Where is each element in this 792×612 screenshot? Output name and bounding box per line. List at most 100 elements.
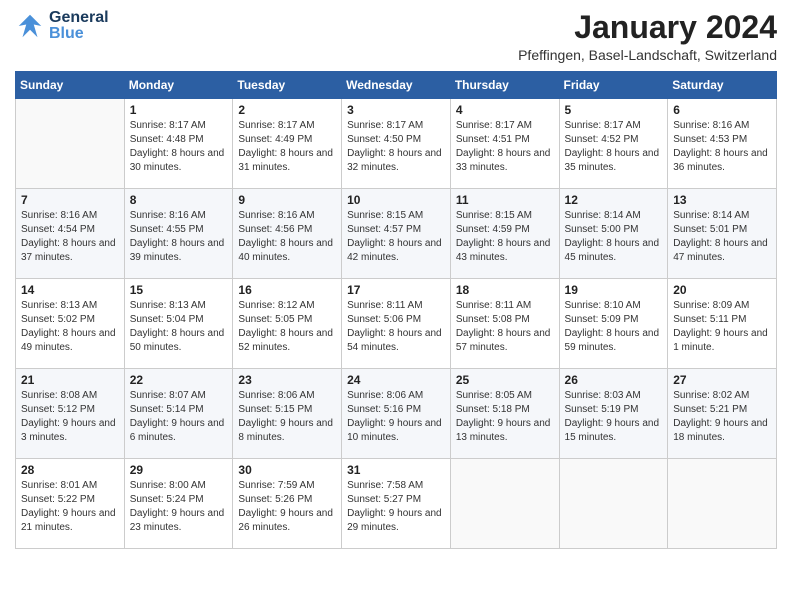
calendar-cell: [559, 459, 668, 549]
cell-info: Sunrise: 8:01 AM Sunset: 5:22 PM Dayligh…: [21, 479, 119, 535]
daylight-text: Daylight: 8 hours and 39 minutes.: [130, 238, 225, 263]
daylight-text: Daylight: 8 hours and 59 minutes.: [565, 328, 660, 353]
sunrise-text: Sunrise: 8:14 AM: [565, 210, 641, 221]
calendar-cell: 28 Sunrise: 8:01 AM Sunset: 5:22 PM Dayl…: [16, 459, 125, 549]
weekday-header-sunday: Sunday: [16, 72, 125, 99]
sunset-text: Sunset: 4:56 PM: [238, 224, 312, 235]
day-number: 13: [673, 193, 771, 207]
calendar-cell: 6 Sunrise: 8:16 AM Sunset: 4:53 PM Dayli…: [668, 99, 777, 189]
sunset-text: Sunset: 5:00 PM: [565, 224, 639, 235]
calendar-cell: 27 Sunrise: 8:02 AM Sunset: 5:21 PM Dayl…: [668, 369, 777, 459]
calendar-cell: 3 Sunrise: 8:17 AM Sunset: 4:50 PM Dayli…: [342, 99, 451, 189]
daylight-text: Daylight: 8 hours and 50 minutes.: [130, 328, 225, 353]
sunset-text: Sunset: 4:55 PM: [130, 224, 204, 235]
day-number: 16: [238, 283, 336, 297]
sunset-text: Sunset: 5:04 PM: [130, 314, 204, 325]
sunrise-text: Sunrise: 8:14 AM: [673, 210, 749, 221]
calendar-cell: 1 Sunrise: 8:17 AM Sunset: 4:48 PM Dayli…: [124, 99, 233, 189]
sunset-text: Sunset: 4:50 PM: [347, 134, 421, 145]
daylight-text: Daylight: 9 hours and 6 minutes.: [130, 418, 225, 443]
cell-info: Sunrise: 8:11 AM Sunset: 5:06 PM Dayligh…: [347, 299, 445, 355]
day-number: 12: [565, 193, 663, 207]
cell-info: Sunrise: 8:12 AM Sunset: 5:05 PM Dayligh…: [238, 299, 336, 355]
daylight-text: Daylight: 8 hours and 54 minutes.: [347, 328, 442, 353]
calendar-cell: 2 Sunrise: 8:17 AM Sunset: 4:49 PM Dayli…: [233, 99, 342, 189]
day-number: 2: [238, 103, 336, 117]
day-number: 15: [130, 283, 228, 297]
calendar-cell: 20 Sunrise: 8:09 AM Sunset: 5:11 PM Dayl…: [668, 279, 777, 369]
sunrise-text: Sunrise: 8:16 AM: [673, 120, 749, 131]
sunset-text: Sunset: 5:01 PM: [673, 224, 747, 235]
daylight-text: Daylight: 8 hours and 42 minutes.: [347, 238, 442, 263]
day-number: 11: [456, 193, 554, 207]
daylight-text: Daylight: 8 hours and 45 minutes.: [565, 238, 660, 263]
day-number: 22: [130, 373, 228, 387]
calendar-cell: 30 Sunrise: 7:59 AM Sunset: 5:26 PM Dayl…: [233, 459, 342, 549]
sunrise-text: Sunrise: 8:17 AM: [456, 120, 532, 131]
calendar-cell: 21 Sunrise: 8:08 AM Sunset: 5:12 PM Dayl…: [16, 369, 125, 459]
day-number: 18: [456, 283, 554, 297]
calendar-cell: 31 Sunrise: 7:58 AM Sunset: 5:27 PM Dayl…: [342, 459, 451, 549]
sunset-text: Sunset: 4:52 PM: [565, 134, 639, 145]
day-number: 23: [238, 373, 336, 387]
day-number: 19: [565, 283, 663, 297]
day-number: 9: [238, 193, 336, 207]
cell-info: Sunrise: 8:17 AM Sunset: 4:48 PM Dayligh…: [130, 119, 228, 175]
calendar-week-row: 21 Sunrise: 8:08 AM Sunset: 5:12 PM Dayl…: [16, 369, 777, 459]
sunset-text: Sunset: 5:06 PM: [347, 314, 421, 325]
sunset-text: Sunset: 4:59 PM: [456, 224, 530, 235]
sunrise-text: Sunrise: 8:15 AM: [347, 210, 423, 221]
sunset-text: Sunset: 5:18 PM: [456, 404, 530, 415]
cell-info: Sunrise: 8:14 AM Sunset: 5:01 PM Dayligh…: [673, 209, 771, 265]
sunrise-text: Sunrise: 8:17 AM: [238, 120, 314, 131]
daylight-text: Daylight: 9 hours and 26 minutes.: [238, 508, 333, 533]
sunrise-text: Sunrise: 8:16 AM: [21, 210, 97, 221]
sunset-text: Sunset: 5:11 PM: [673, 314, 746, 325]
sunset-text: Sunset: 5:16 PM: [347, 404, 421, 415]
sunset-text: Sunset: 4:53 PM: [673, 134, 747, 145]
cell-info: Sunrise: 8:15 AM Sunset: 4:57 PM Dayligh…: [347, 209, 445, 265]
day-number: 30: [238, 463, 336, 477]
sunset-text: Sunset: 5:02 PM: [21, 314, 95, 325]
day-number: 31: [347, 463, 445, 477]
sunrise-text: Sunrise: 8:10 AM: [565, 300, 641, 311]
sunset-text: Sunset: 4:49 PM: [238, 134, 312, 145]
sunrise-text: Sunrise: 8:15 AM: [456, 210, 532, 221]
sunrise-text: Sunrise: 8:06 AM: [347, 390, 423, 401]
weekday-header-row: SundayMondayTuesdayWednesdayThursdayFrid…: [16, 72, 777, 99]
cell-info: Sunrise: 8:13 AM Sunset: 5:02 PM Dayligh…: [21, 299, 119, 355]
calendar-cell: 18 Sunrise: 8:11 AM Sunset: 5:08 PM Dayl…: [450, 279, 559, 369]
sunrise-text: Sunrise: 8:06 AM: [238, 390, 314, 401]
logo-text-block: General Blue: [49, 10, 109, 42]
calendar-week-row: 28 Sunrise: 8:01 AM Sunset: 5:22 PM Dayl…: [16, 459, 777, 549]
calendar-cell: 4 Sunrise: 8:17 AM Sunset: 4:51 PM Dayli…: [450, 99, 559, 189]
weekday-header-thursday: Thursday: [450, 72, 559, 99]
cell-info: Sunrise: 8:13 AM Sunset: 5:04 PM Dayligh…: [130, 299, 228, 355]
calendar-cell: 12 Sunrise: 8:14 AM Sunset: 5:00 PM Dayl…: [559, 189, 668, 279]
daylight-text: Daylight: 9 hours and 13 minutes.: [456, 418, 551, 443]
sunrise-text: Sunrise: 8:16 AM: [238, 210, 314, 221]
calendar-cell: 5 Sunrise: 8:17 AM Sunset: 4:52 PM Dayli…: [559, 99, 668, 189]
cell-info: Sunrise: 8:06 AM Sunset: 5:16 PM Dayligh…: [347, 389, 445, 445]
weekday-header-monday: Monday: [124, 72, 233, 99]
sunset-text: Sunset: 5:19 PM: [565, 404, 639, 415]
daylight-text: Daylight: 9 hours and 15 minutes.: [565, 418, 660, 443]
sunrise-text: Sunrise: 8:12 AM: [238, 300, 314, 311]
cell-info: Sunrise: 8:07 AM Sunset: 5:14 PM Dayligh…: [130, 389, 228, 445]
day-number: 26: [565, 373, 663, 387]
day-number: 17: [347, 283, 445, 297]
daylight-text: Daylight: 8 hours and 37 minutes.: [21, 238, 116, 263]
sunrise-text: Sunrise: 8:16 AM: [130, 210, 206, 221]
sunrise-text: Sunrise: 8:01 AM: [21, 480, 97, 491]
sunset-text: Sunset: 5:09 PM: [565, 314, 639, 325]
sunrise-text: Sunrise: 8:11 AM: [347, 300, 422, 311]
cell-info: Sunrise: 8:08 AM Sunset: 5:12 PM Dayligh…: [21, 389, 119, 445]
weekday-header-saturday: Saturday: [668, 72, 777, 99]
day-number: 10: [347, 193, 445, 207]
cell-info: Sunrise: 8:15 AM Sunset: 4:59 PM Dayligh…: [456, 209, 554, 265]
day-number: 25: [456, 373, 554, 387]
weekday-header-friday: Friday: [559, 72, 668, 99]
daylight-text: Daylight: 9 hours and 29 minutes.: [347, 508, 442, 533]
sunset-text: Sunset: 5:22 PM: [21, 494, 95, 505]
daylight-text: Daylight: 9 hours and 18 minutes.: [673, 418, 768, 443]
